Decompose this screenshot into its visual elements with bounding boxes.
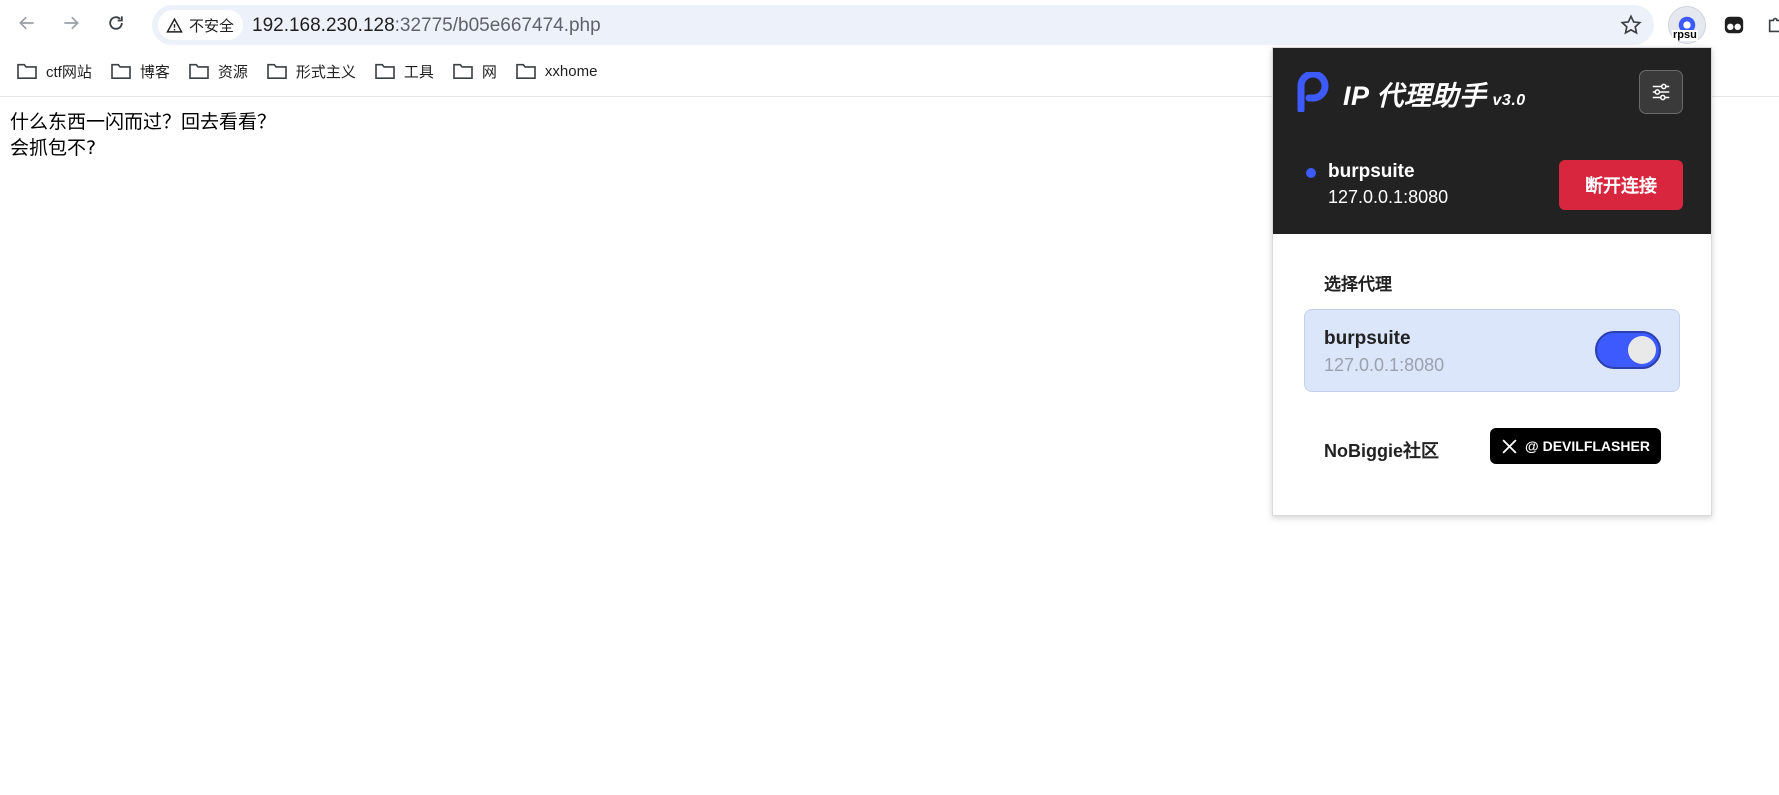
proxy-extension-popup: IP 代理助手 v3.0 burpsuite 127.0.0.1:8080 断开连…: [1272, 47, 1712, 516]
popup-header: IP 代理助手 v3.0 burpsuite 127.0.0.1:8080 断开连…: [1273, 48, 1711, 234]
url-host: 192.168.230.128: [252, 15, 395, 36]
arrow-left-icon: [19, 16, 34, 30]
x-logo-icon: [1502, 438, 1517, 454]
folder-icon: [17, 63, 37, 80]
proxy-enable-toggle[interactable]: [1595, 331, 1661, 369]
bookmark-folder[interactable]: xxhome: [515, 58, 598, 84]
proxy-name: burpsuite: [1324, 328, 1411, 349]
bookmark-label: xxhome: [544, 62, 598, 80]
page-text-line: 什么东西一闪而过？回去看看？: [10, 111, 277, 133]
tampermonkey-extension-button[interactable]: [1715, 6, 1753, 44]
sliders-icon: [1652, 83, 1670, 101]
folder-icon: [453, 63, 473, 80]
folder-icon: [111, 63, 131, 80]
arrow-right-icon: [64, 16, 79, 30]
current-proxy-name: burpsuite: [1328, 161, 1415, 182]
proxy-list-item[interactable]: burpsuite 127.0.0.1:8080: [1304, 309, 1680, 392]
folder-icon: [189, 63, 209, 80]
connected-status-dot: [1306, 168, 1316, 178]
bookmark-folder[interactable]: 网: [452, 58, 497, 84]
page-text-line: 会抓包不?: [10, 137, 97, 159]
security-chip[interactable]: 不安全: [158, 10, 244, 40]
bookmark-folder[interactable]: 工具: [374, 58, 434, 84]
app-title: IP 代理助手 v3.0: [1343, 74, 1526, 113]
reload-icon: [109, 16, 123, 30]
back-button[interactable]: [12, 8, 42, 38]
address-bar[interactable]: 不安全 192.168.230.128:32775/b05e667474.php: [152, 5, 1654, 45]
proxy-address: 127.0.0.1:8080: [1324, 355, 1445, 375]
app-version: v3.0: [1492, 92, 1526, 109]
disconnect-button[interactable]: 断开连接: [1559, 160, 1683, 210]
bookmark-folder[interactable]: 形式主义: [266, 58, 356, 84]
bookmark-label: 资源: [217, 63, 248, 81]
settings-button[interactable]: [1639, 70, 1683, 114]
app-logo-icon: [1297, 72, 1329, 112]
bookmark-folder[interactable]: ctf网站: [16, 58, 92, 84]
current-proxy-address: 127.0.0.1:8080: [1328, 187, 1449, 207]
bookmark-label: 网: [481, 63, 497, 81]
app-name: IP 代理助手: [1343, 81, 1487, 111]
puzzle-icon: [1768, 17, 1779, 33]
bookmark-folder[interactable]: 资源: [188, 58, 248, 84]
x-handle: @ DEVILFLASHER: [1525, 438, 1650, 454]
warning-icon: [166, 17, 183, 33]
community-label: NoBiggie社区: [1324, 441, 1439, 461]
folder-icon: [267, 63, 287, 80]
extensions-menu-button[interactable]: [1758, 6, 1779, 44]
bookmark-label: 形式主义: [295, 63, 356, 81]
bookmark-label: 工具: [403, 63, 434, 81]
browser-toolbar: 不安全 192.168.230.128:32775/b05e667474.php…: [0, 0, 1779, 45]
tampermonkey-icon: [1724, 16, 1744, 34]
bookmark-star-icon[interactable]: [1620, 14, 1642, 36]
url-text[interactable]: 192.168.230.128:32775/b05e667474.php: [252, 15, 601, 37]
folder-icon: [375, 63, 395, 80]
url-path: :32775/b05e667474.php: [394, 15, 601, 36]
forward-button[interactable]: [56, 8, 86, 38]
security-label: 不安全: [189, 17, 235, 35]
reload-button[interactable]: [101, 8, 131, 38]
proxy-extension-button[interactable]: rpsu: [1668, 6, 1706, 44]
extension-badge: rpsu: [1672, 29, 1698, 41]
x-social-button[interactable]: @ DEVILFLASHER: [1490, 428, 1661, 464]
bookmark-label: 博客: [139, 63, 170, 81]
bookmark-folder[interactable]: 博客: [110, 58, 170, 84]
bookmark-label: ctf网站: [46, 63, 92, 81]
page-content: 什么东西一闪而过？回去看看？ 会抓包不?: [10, 109, 276, 161]
folder-icon: [516, 63, 536, 80]
toggle-knob: [1628, 336, 1656, 364]
select-proxy-heading: 选择代理: [1324, 275, 1392, 294]
